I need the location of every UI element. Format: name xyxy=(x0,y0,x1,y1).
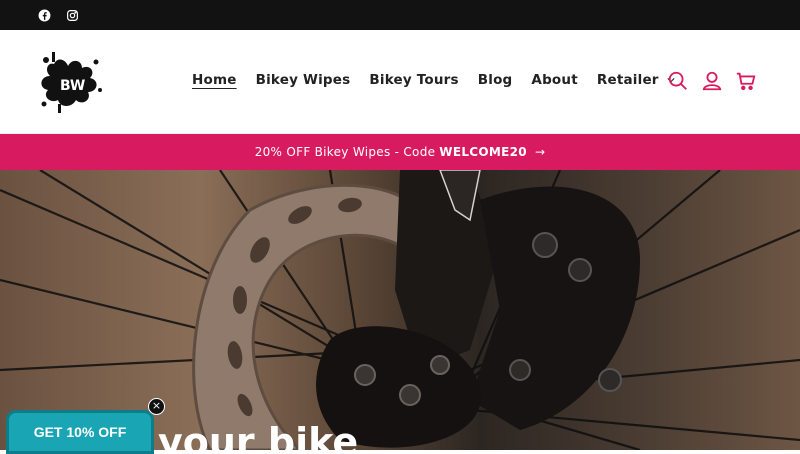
nav-item-blog[interactable]: Blog xyxy=(478,72,513,88)
search-icon[interactable] xyxy=(667,70,689,92)
nav-item-bikey-wipes[interactable]: Bikey Wipes xyxy=(256,72,351,88)
nav-item-about[interactable]: About xyxy=(531,72,577,88)
nav-item-retailer[interactable]: Retailer xyxy=(597,72,675,88)
main-navigation: Home Bikey Wipes Bikey Tours Blog About … xyxy=(192,72,675,88)
facebook-icon[interactable] xyxy=(36,7,52,23)
nav-item-bikey-tours[interactable]: Bikey Tours xyxy=(369,72,458,88)
close-icon[interactable]: × xyxy=(148,398,165,415)
promo-code: WELCOME20 xyxy=(439,145,527,159)
logo-text: BW xyxy=(60,78,85,94)
promo-text: 20% OFF Bikey Wipes - Code xyxy=(254,145,436,159)
arrow-right-icon: → xyxy=(534,145,546,159)
hero-banner: your bike xyxy=(0,170,800,450)
promo-banner[interactable]: 20% OFF Bikey Wipes - Code WELCOME20 → xyxy=(0,134,800,170)
cart-icon[interactable] xyxy=(735,70,757,92)
announcement-top-bar xyxy=(0,0,800,30)
account-icon[interactable] xyxy=(701,70,723,92)
brand-logo[interactable]: BW xyxy=(36,50,106,114)
nav-item-home[interactable]: Home xyxy=(192,72,237,88)
nav-item-retailer-label: Retailer xyxy=(596,72,659,88)
hero-bike-image xyxy=(0,170,800,450)
site-header: BW Home Bikey Wipes Bikey Tours Blog Abo… xyxy=(0,30,800,134)
instagram-icon[interactable] xyxy=(64,7,80,23)
hero-title: your bike xyxy=(158,420,359,450)
discount-tab-button[interactable]: GET 10% OFF xyxy=(6,410,154,454)
